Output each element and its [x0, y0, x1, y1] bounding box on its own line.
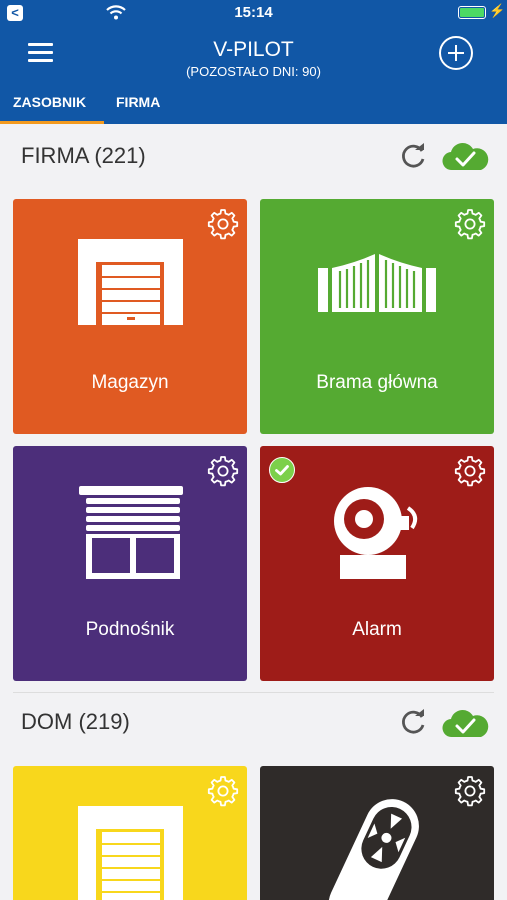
gear-icon[interactable]	[207, 208, 239, 240]
app-title: V-PILOT	[213, 38, 294, 61]
tile-brama-glowna[interactable]: Brama główna	[260, 199, 494, 434]
tab-zasobnik[interactable]: ZASOBNIK	[13, 94, 86, 110]
section-title-firma: FIRMA (221)	[21, 143, 146, 168]
gear-icon[interactable]	[454, 208, 486, 240]
gear-icon[interactable]	[207, 455, 239, 487]
status-bar: < 15:14 ⚡	[0, 0, 507, 26]
tab-firma[interactable]: FIRMA	[116, 94, 160, 110]
charging-icon: ⚡	[489, 3, 506, 18]
section-divider	[13, 692, 494, 693]
refresh-icon[interactable]	[398, 708, 428, 738]
app-bar: V-PILOT (POZOSTAŁO DNI: 90) ZASOBNIK FIR…	[0, 26, 507, 124]
cloud-synced-icon[interactable]	[440, 707, 490, 739]
tile-dom-garage[interactable]	[13, 766, 247, 900]
tile-podnosnik[interactable]: Podnośnik	[13, 446, 247, 681]
gear-icon[interactable]	[207, 775, 239, 807]
battery-icon	[458, 6, 486, 19]
add-button[interactable]	[439, 36, 473, 70]
gear-icon[interactable]	[454, 775, 486, 807]
tile-label: Magazyn	[91, 372, 169, 393]
refresh-icon[interactable]	[398, 142, 428, 172]
tile-alarm[interactable]: Alarm	[260, 446, 494, 681]
tile-magazyn[interactable]: Magazyn	[13, 199, 247, 434]
tile-label: Podnośnik	[85, 619, 175, 640]
status-time: 15:14	[234, 4, 273, 21]
section-title-dom: DOM (219)	[21, 709, 130, 734]
cloud-synced-icon[interactable]	[440, 140, 490, 172]
app-subtitle: (POZOSTAŁO DNI: 90)	[186, 64, 321, 79]
selected-check-icon	[269, 457, 295, 483]
active-tab-indicator	[0, 121, 104, 124]
tile-label: Brama główna	[316, 372, 438, 393]
tile-label: Alarm	[352, 619, 402, 640]
gear-icon[interactable]	[454, 455, 486, 487]
tile-dom-remote[interactable]	[260, 766, 494, 900]
